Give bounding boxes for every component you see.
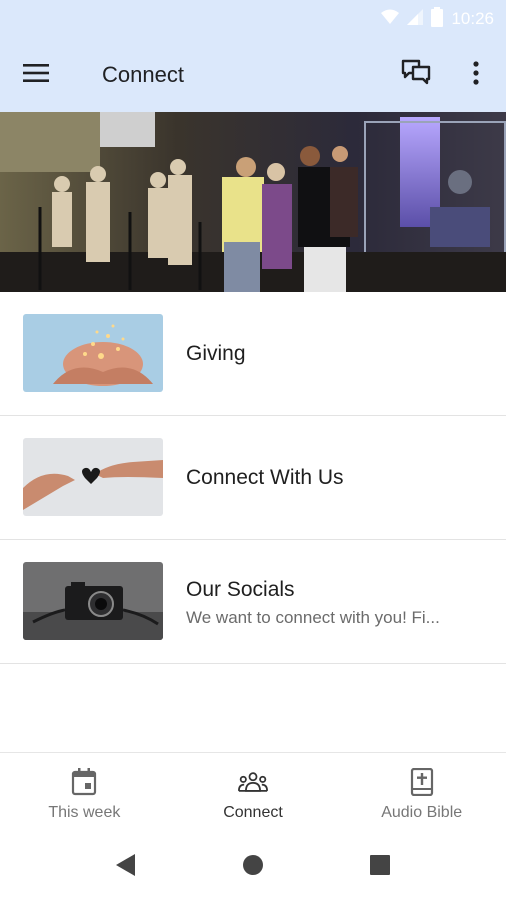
recents-button[interactable] <box>365 852 395 882</box>
system-navigation-bar <box>0 832 506 900</box>
hero-image <box>0 112 506 292</box>
connect-thumbnail <box>23 438 163 516</box>
people-icon <box>238 767 268 797</box>
signal-icon <box>407 8 424 30</box>
list-item-title: Connect With Us <box>186 466 344 489</box>
battery-icon <box>431 6 444 32</box>
recents-icon <box>369 854 391 881</box>
chat-button[interactable] <box>396 55 436 95</box>
bottom-navigation: This week Connect Audio Bible <box>0 752 506 832</box>
menu-icon <box>23 63 49 88</box>
giving-thumbnail <box>23 314 163 392</box>
list-item-connect-with-us[interactable]: Connect With Us <box>0 416 506 540</box>
more-options-button[interactable] <box>456 55 496 95</box>
wifi-icon <box>381 9 400 30</box>
chat-icon <box>401 59 431 92</box>
menu-button[interactable] <box>16 55 56 95</box>
socials-thumbnail <box>23 562 163 640</box>
status-time: 10:26 <box>451 9 494 28</box>
connect-list: Giving Connect With Us Our Socials We wa… <box>0 292 506 664</box>
home-button[interactable] <box>238 852 268 882</box>
nav-item-this-week[interactable]: This week <box>0 753 169 832</box>
page-title: Connect <box>102 62 184 87</box>
list-item-subtitle: We want to connect with you! Fi... <box>186 608 440 627</box>
back-icon <box>115 853 137 882</box>
calendar-icon <box>69 767 99 797</box>
nav-label: This week <box>48 804 121 821</box>
list-item-title: Giving <box>186 342 246 365</box>
more-vert-icon <box>473 60 479 90</box>
list-item-giving[interactable]: Giving <box>0 292 506 416</box>
status-icons: 10:26 <box>381 6 494 32</box>
nav-item-audio-bible[interactable]: Audio Bible <box>337 753 506 832</box>
app-bar: Connect <box>0 38 506 112</box>
home-icon <box>242 854 264 881</box>
status-bar: 10:26 <box>0 0 506 38</box>
nav-item-connect[interactable]: Connect <box>169 753 338 832</box>
back-button[interactable] <box>111 852 141 882</box>
nav-label: Connect <box>223 804 283 821</box>
nav-label: Audio Bible <box>381 804 463 821</box>
bible-icon <box>407 767 437 797</box>
list-item-our-socials[interactable]: Our Socials We want to connect with you!… <box>0 540 506 664</box>
list-item-title: Our Socials <box>186 578 295 601</box>
